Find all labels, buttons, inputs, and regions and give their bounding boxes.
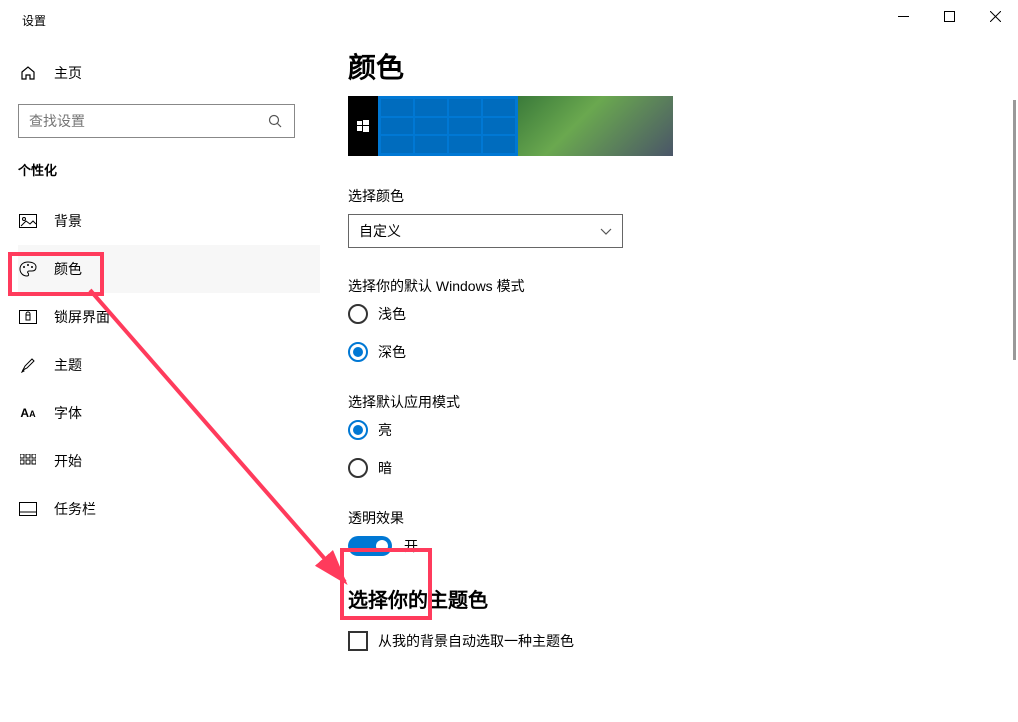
sidebar-item-taskbar[interactable]: 任务栏 — [18, 485, 320, 533]
sidebar-item-colors[interactable]: 颜色 — [18, 245, 320, 293]
radio-label: 浅色 — [378, 304, 406, 324]
minimize-button[interactable] — [880, 0, 926, 32]
taskbar-icon — [18, 502, 38, 516]
window-title: 设置 — [22, 12, 46, 29]
chevron-down-icon — [600, 223, 612, 239]
sidebar-item-label: 背景 — [54, 211, 82, 231]
auto-pick-checkbox[interactable]: 从我的背景自动选取一种主题色 — [348, 631, 988, 651]
radio-label: 亮 — [378, 420, 392, 440]
radio-label: 暗 — [378, 458, 392, 478]
app-mode-label: 选择默认应用模式 — [348, 392, 988, 412]
radio-bright[interactable]: 亮 — [348, 420, 988, 440]
search-icon — [266, 112, 284, 130]
radio-icon — [348, 304, 368, 324]
sidebar-item-background[interactable]: 背景 — [18, 197, 320, 245]
radio-icon — [348, 458, 368, 478]
sidebar-item-label: 锁屏界面 — [54, 307, 110, 327]
checkbox-icon — [348, 631, 368, 651]
choose-color-label: 选择颜色 — [348, 186, 988, 206]
start-icon — [18, 454, 38, 468]
search-input[interactable] — [18, 104, 295, 138]
dropdown-value: 自定义 — [359, 221, 401, 241]
scrollbar[interactable] — [1013, 100, 1016, 360]
sidebar-item-label: 主题 — [54, 355, 82, 375]
sidebar-item-label: 开始 — [54, 451, 82, 471]
page-title: 颜色 — [348, 46, 988, 86]
preview-start-icon — [348, 96, 378, 156]
close-button[interactable] — [972, 0, 1018, 32]
choose-color-dropdown[interactable]: 自定义 — [348, 214, 623, 248]
palette-icon — [18, 261, 38, 277]
accent-color-heading: 选择你的主题色 — [348, 584, 988, 613]
home-label: 主页 — [54, 63, 82, 83]
brush-icon — [18, 357, 38, 373]
transparency-toggle[interactable] — [348, 536, 392, 556]
transparency-label: 透明效果 — [348, 508, 988, 528]
sidebar-item-lockscreen[interactable]: 锁屏界面 — [18, 293, 320, 341]
search-field[interactable] — [29, 113, 266, 129]
radio-light[interactable]: 浅色 — [348, 304, 988, 324]
window-controls — [880, 0, 1018, 32]
color-preview — [348, 96, 673, 156]
sidebar-item-start[interactable]: 开始 — [18, 437, 320, 485]
home-link[interactable]: 主页 — [18, 52, 320, 94]
lock-screen-icon — [18, 310, 38, 324]
toggle-state: 开 — [404, 536, 418, 556]
sidebar-item-label: 字体 — [54, 403, 82, 423]
font-icon: AA — [18, 406, 38, 420]
radio-icon — [348, 342, 368, 362]
sidebar-item-label: 任务栏 — [54, 499, 96, 519]
maximize-button[interactable] — [926, 0, 972, 32]
sidebar-item-fonts[interactable]: AA 字体 — [18, 389, 320, 437]
radio-darkapp[interactable]: 暗 — [348, 458, 988, 478]
radio-icon — [348, 420, 368, 440]
radio-label: 深色 — [378, 342, 406, 362]
radio-dark[interactable]: 深色 — [348, 342, 988, 362]
image-icon — [18, 214, 38, 228]
sidebar-item-themes[interactable]: 主题 — [18, 341, 320, 389]
section-heading: 个性化 — [18, 160, 320, 179]
sidebar-item-label: 颜色 — [54, 259, 82, 279]
checkbox-label: 从我的背景自动选取一种主题色 — [378, 631, 574, 651]
home-icon — [18, 65, 38, 81]
windows-mode-label: 选择你的默认 Windows 模式 — [348, 276, 988, 296]
